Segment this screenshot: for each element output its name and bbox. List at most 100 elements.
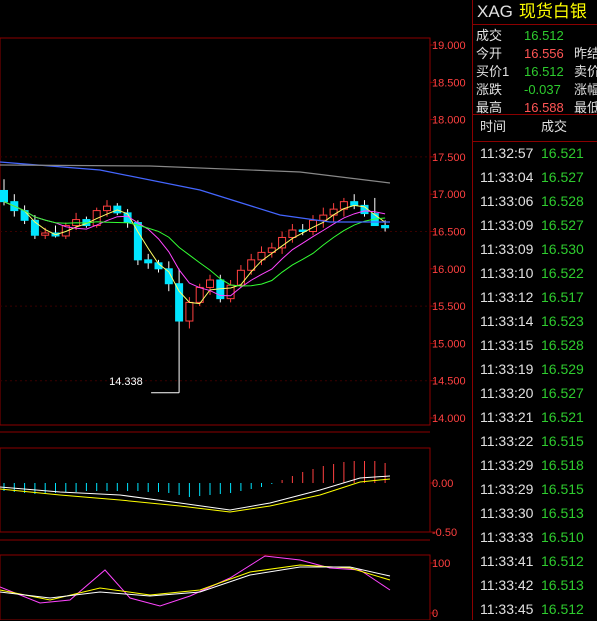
ma120-line [0,164,391,184]
tick-time: 11:33:22 [480,433,534,449]
tick-row[interactable]: 11:33:14 16.523 [473,309,597,333]
quote-label-2: 涨幅 [574,82,597,97]
tick-row[interactable]: 11:33:19 16.529 [473,357,597,381]
tick-time: 11:33:21 [480,409,534,425]
candle-body [288,229,297,238]
tick-row[interactable]: 11:33:29 16.518 [473,453,597,477]
tick-time: 11:33:42 [480,577,534,593]
tick-row[interactable]: 11:33:10 16.522 [473,261,597,285]
tick-row[interactable]: 11:33:20 16.527 [473,381,597,405]
tick-row[interactable]: 11:33:30 16.513 [473,501,597,525]
macd-pane-border [0,447,431,533]
quote-value: 16.512 [524,28,564,43]
tick-price: 16.529 [541,361,584,377]
price-tick-label: 18.000 [432,115,466,127]
tick-time: 11:33:41 [480,553,534,569]
tick-price: 16.518 [541,457,584,473]
tick-row[interactable]: 11:33:29 16.515 [473,477,597,501]
ma20-line [3,201,386,287]
tick-price: 16.523 [541,313,584,329]
candle-body [0,189,8,203]
quote-label-2: 卖价 [574,64,597,79]
tick-price: 16.512 [541,601,584,617]
macd-tick-label: 0.00 [432,478,453,490]
macd-dif-line [0,475,391,511]
tick-price: 16.512 [541,553,584,569]
tick-price: 16.527 [541,385,584,401]
price-tick-label: 16.000 [432,264,466,276]
tick-time: 11:33:12 [480,289,534,305]
tick-price: 16.513 [541,577,584,593]
tick-time: 11:33:09 [480,241,534,257]
tick-row[interactable]: 11:33:33 16.510 [473,525,597,549]
candle-body [319,214,328,221]
tick-row[interactable]: 11:33:15 16.528 [473,333,597,357]
price-tick-label: 15.000 [432,338,466,350]
tick-time: 11:33:09 [480,217,534,233]
tick-time: 11:33:10 [480,265,534,281]
tick-time: 11:33:45 [480,601,534,617]
quote-label-2: 昨结 [574,46,597,61]
price-tick-label: 17.500 [432,152,466,164]
ticks-header-price: 成交 [541,119,568,134]
tick-row[interactable]: 11:33:21 16.521 [473,405,597,429]
tick-price: 16.527 [541,217,584,233]
kdj-d-line [0,564,391,601]
ma5-line [3,201,386,305]
tick-row[interactable]: 11:33:09 16.530 [473,237,597,261]
tick-time: 11:33:33 [480,529,534,545]
candle-body [144,259,153,264]
tick-row[interactable]: 11:33:09 16.527 [473,213,597,237]
tick-time: 11:32:57 [480,145,534,161]
tick-time: 11:33:15 [480,337,534,353]
candle-body [175,283,184,322]
tick-price: 16.528 [541,193,584,209]
quote-label: 买价1 [476,64,510,79]
quote-header: XAG 现货白银 [477,0,587,24]
tick-row[interactable]: 11:33:22 16.515 [473,429,597,453]
price-tick-label: 16.500 [432,227,466,239]
tick-price: 16.515 [541,433,584,449]
tick-time: 11:33:19 [480,361,534,377]
candle-body [329,208,338,216]
price-tick-label: 18.500 [432,77,466,89]
tick-row[interactable]: 11:33:12 16.517 [473,285,597,309]
kdj-tick-label: 100 [432,558,450,570]
macd-tick-label: -0.50 [432,527,457,539]
tick-time: 11:33:30 [480,505,534,521]
tick-row[interactable]: 11:33:04 16.527 [473,165,597,189]
kdj-tick-label: 0 [432,608,438,620]
divider [473,24,597,25]
ma10-line [3,201,386,297]
tick-price: 16.528 [541,337,584,353]
kdj-j-line [0,555,391,607]
quote-panel: XAG 现货白银 成交 16.512 今开 16.556 昨结 买价1 16.512 卖价 涨跌 -… [472,0,597,620]
symbol-code: XAG [477,2,513,21]
tick-row[interactable]: 11:32:57 16.521 [473,141,597,165]
tick-time: 11:33:14 [480,313,534,329]
quote-value: 16.556 [524,46,564,61]
tick-price: 16.510 [541,529,584,545]
tick-time: 11:33:29 [480,481,534,497]
candle-body [41,232,50,236]
tick-price: 16.515 [541,481,584,497]
tick-price: 16.521 [541,145,584,161]
tick-time: 11:33:04 [480,169,534,185]
tick-row[interactable]: 11:33:42 16.513 [473,573,597,597]
ticks-header-time: 时间 [480,119,507,134]
tick-row[interactable]: 11:33:06 16.528 [473,189,597,213]
symbol-name: 现货白银 [518,2,587,21]
quote-label: 今开 [476,46,503,61]
candle-body [103,205,111,212]
tick-row[interactable]: 11:33:41 16.512 [473,549,597,573]
tick-row[interactable]: 11:33:45 16.512 [473,597,597,621]
chart-area[interactable]: 19.000 18.500 18.000 17.500 17.000 16.500 16.0… [0,0,472,620]
candle-body [206,279,214,288]
candle-body [381,225,390,229]
quote-label: 涨跌 [476,82,503,97]
tick-price: 16.527 [541,169,584,185]
tick-price: 16.521 [541,409,584,425]
candle-body [185,301,194,322]
kdj-pane-border [0,554,431,620]
price-tick-label: 17.000 [432,189,466,201]
